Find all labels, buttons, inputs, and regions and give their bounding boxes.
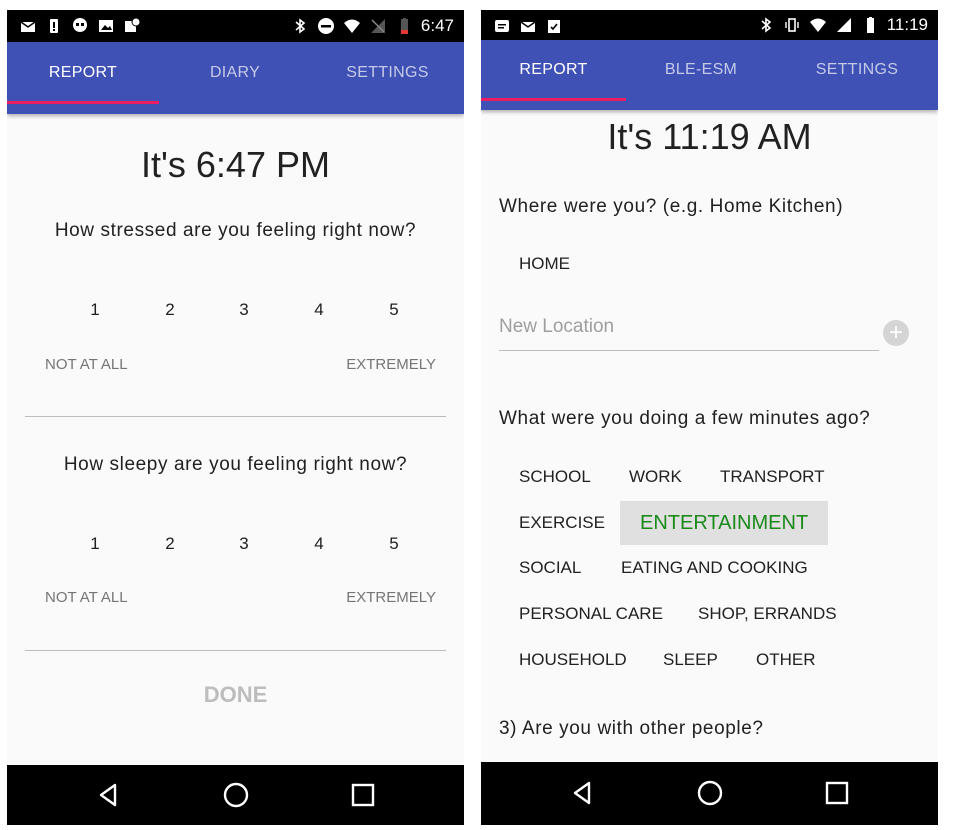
- tab-ble-esm[interactable]: BLE-ESM: [626, 40, 776, 112]
- battery-icon: [861, 16, 879, 34]
- activity-transport[interactable]: TRANSPORT: [720, 455, 825, 499]
- alert-icon: [45, 17, 63, 35]
- location-option-home[interactable]: HOME: [519, 242, 570, 286]
- tab-diary[interactable]: DIARY: [159, 42, 311, 114]
- scale-option-5[interactable]: 5: [379, 300, 409, 320]
- scale-option-2[interactable]: 2: [155, 534, 185, 554]
- tab-bar: REPORT BLE-ESM SETTINGS: [481, 40, 938, 110]
- activity-exercise[interactable]: EXERCISE: [519, 501, 605, 545]
- activity-social[interactable]: SOCIAL: [519, 546, 581, 590]
- done-button[interactable]: DONE: [7, 682, 464, 708]
- home-icon[interactable]: [220, 779, 252, 811]
- sleepy-scale: 1 2 3 4 5: [7, 534, 464, 558]
- scale-high-label: EXTREMELY: [346, 356, 436, 373]
- back-icon[interactable]: [93, 779, 125, 811]
- scale-option-4[interactable]: 4: [304, 534, 334, 554]
- signal-icon: [835, 16, 853, 34]
- right-phone-screen: 11:19 REPORT BLE-ESM SETTINGS It's 11:19…: [481, 10, 938, 825]
- tab-report[interactable]: REPORT: [481, 40, 626, 112]
- back-icon[interactable]: [567, 777, 599, 809]
- page-title: It's 6:47 PM: [141, 144, 330, 185]
- question-stress: How stressed are you feeling right now?: [54, 220, 417, 241]
- left-phone-screen: 6:47 REPORT DIARY SETTINGS It's 6:47 PM …: [7, 10, 464, 825]
- question-doing: What were you doing a few minutes ago?: [499, 408, 871, 429]
- activity-personal-care[interactable]: PERSONAL CARE: [519, 592, 663, 636]
- activity-shop-errands[interactable]: SHOP, ERRANDS: [698, 592, 837, 636]
- question-people: 3) Are you with other people?: [499, 718, 764, 739]
- scale-low-label: NOT AT ALL: [45, 356, 128, 373]
- clipboard-check-icon: [545, 17, 563, 35]
- hangouts-icon: [71, 17, 89, 35]
- divider: [25, 416, 446, 417]
- scale-option-3[interactable]: 3: [229, 300, 259, 320]
- activity-household[interactable]: HOUSEHOLD: [519, 638, 627, 682]
- bluetooth-icon: [291, 17, 309, 35]
- active-tab-indicator: [7, 101, 159, 104]
- tab-settings[interactable]: SETTINGS: [311, 42, 464, 114]
- home-icon[interactable]: [694, 777, 726, 809]
- do-not-disturb-icon: [317, 17, 335, 35]
- activity-sleep[interactable]: SLEEP: [663, 638, 718, 682]
- status-time: 6:47: [420, 16, 454, 35]
- status-time: 11:19: [886, 15, 928, 34]
- status-bar: 11:19: [481, 10, 938, 40]
- tab-settings[interactable]: SETTINGS: [776, 40, 938, 112]
- wifi-icon: [809, 16, 827, 34]
- scale-option-5[interactable]: 5: [379, 534, 409, 554]
- message-icon: [493, 17, 511, 35]
- scale-option-1[interactable]: 1: [80, 300, 110, 320]
- wifi-icon: [343, 17, 361, 35]
- tab-bar: REPORT DIARY SETTINGS: [7, 42, 464, 114]
- battery-low-icon: [395, 17, 413, 35]
- mail-check-icon: [19, 17, 37, 35]
- active-tab-indicator: [481, 98, 626, 101]
- scale-high-label: EXTREMELY: [346, 589, 436, 606]
- question-where: Where were you? (e.g. Home Kitchen): [499, 196, 844, 217]
- status-bar: 6:47: [7, 10, 464, 42]
- navigation-bar: [481, 762, 938, 825]
- stress-scale: 1 2 3 4 5: [7, 300, 464, 324]
- mail-check-icon: [519, 17, 537, 35]
- recents-icon[interactable]: [347, 779, 379, 811]
- recents-icon[interactable]: [821, 777, 853, 809]
- scale-option-2[interactable]: 2: [155, 300, 185, 320]
- image-icon: [97, 17, 115, 35]
- vibrate-icon: [783, 16, 801, 34]
- page-title: It's 11:19 AM: [607, 116, 812, 157]
- bluetooth-icon: [757, 16, 775, 34]
- scale-option-1[interactable]: 1: [80, 534, 110, 554]
- question-sleepy: How sleepy are you feeling right now?: [63, 454, 408, 475]
- activity-school[interactable]: SCHOOL: [519, 455, 591, 499]
- add-location-icon[interactable]: +: [883, 320, 909, 346]
- new-location-input[interactable]: New Location: [499, 316, 879, 351]
- activity-eating-and-cooking[interactable]: EATING AND COOKING: [621, 546, 808, 590]
- scale-low-label: NOT AT ALL: [45, 589, 128, 606]
- activity-work[interactable]: WORK: [629, 455, 682, 499]
- navigation-bar: [7, 765, 464, 825]
- map-pin-icon: [123, 17, 141, 35]
- activity-other[interactable]: OTHER: [756, 638, 816, 682]
- divider: [25, 650, 446, 651]
- no-signal-icon: [369, 17, 387, 35]
- scale-option-4[interactable]: 4: [304, 300, 334, 320]
- scale-option-3[interactable]: 3: [229, 534, 259, 554]
- activity-entertainment-selected[interactable]: ENTERTAINMENT: [620, 501, 829, 545]
